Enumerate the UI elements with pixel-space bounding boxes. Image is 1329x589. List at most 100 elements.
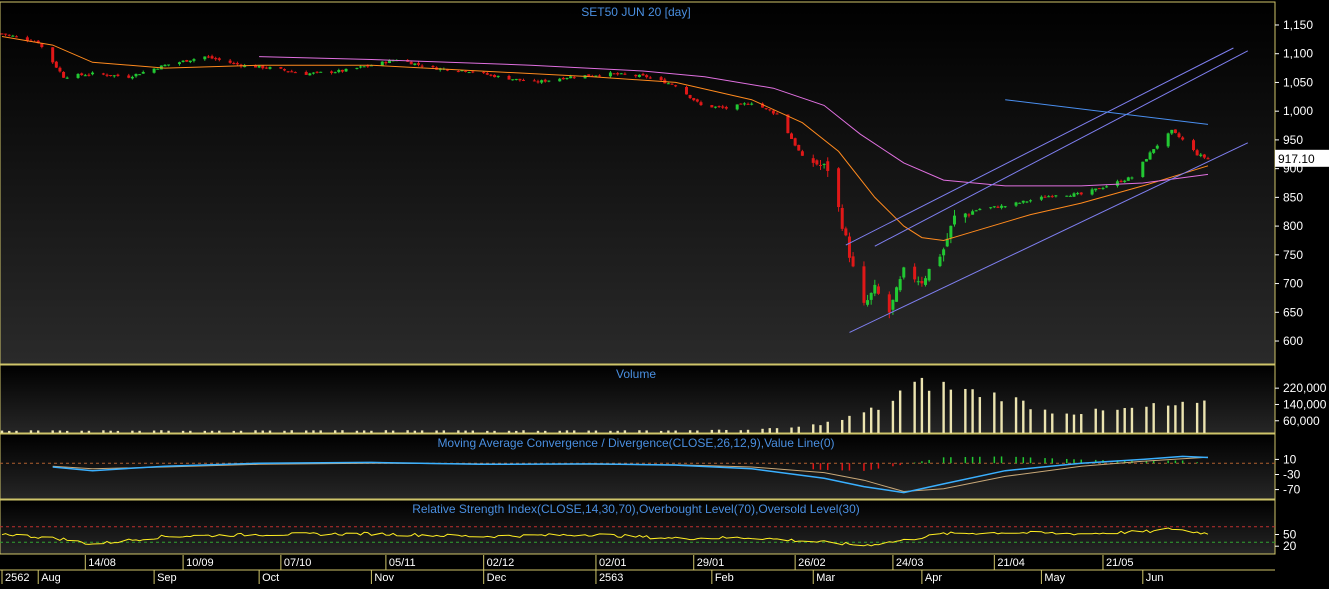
candle-body	[319, 71, 323, 73]
volume-bar	[1029, 409, 1032, 433]
candle-body	[536, 81, 540, 83]
volume-bar	[544, 430, 547, 433]
candle-body	[1170, 129, 1174, 134]
volume-bar	[8, 430, 11, 433]
candle-body	[670, 83, 674, 85]
volume-bar	[333, 430, 337, 433]
volume-bar	[812, 424, 815, 433]
candle-body	[141, 71, 145, 74]
candle-body	[330, 71, 334, 73]
candle-body	[634, 74, 638, 77]
candle-body	[847, 236, 851, 258]
volume-bar	[319, 430, 322, 433]
volume-bar	[131, 430, 134, 433]
candle-body	[467, 72, 471, 74]
x-month-label: Nov	[374, 572, 394, 584]
candle-body	[771, 110, 775, 114]
volume-bar	[261, 430, 264, 433]
y-tick-label: 1,100	[1283, 47, 1313, 61]
y-tick-label: 600	[1283, 334, 1303, 348]
volume-bar	[877, 409, 880, 433]
candle-body	[1166, 133, 1170, 147]
stock-chart[interactable]: SET50 JUN 20 [day] Volume Moving Average…	[0, 0, 1329, 584]
volume-bar	[1043, 409, 1047, 433]
x-month-label: May	[1044, 572, 1065, 584]
volume-title: Volume	[616, 367, 656, 381]
candle-body	[721, 106, 725, 108]
candle-body	[514, 78, 518, 80]
volume-bar	[717, 429, 721, 433]
volume-bar	[355, 430, 359, 433]
volume-bar	[522, 430, 525, 433]
candle-body	[264, 67, 268, 69]
volume-bar	[1072, 414, 1076, 433]
candle-body	[822, 163, 826, 165]
y-tick-label: 140,000	[1283, 397, 1327, 411]
volume-bar	[420, 430, 424, 433]
candle-body	[268, 67, 272, 69]
candle-body	[1072, 193, 1076, 197]
candle-body	[724, 107, 728, 109]
volume-bar	[1123, 408, 1126, 433]
y-tick-label: 650	[1283, 305, 1303, 319]
candle-body	[507, 75, 511, 80]
y-tick-label: 850	[1283, 190, 1303, 204]
candle-body	[1195, 150, 1199, 156]
candle-body	[65, 77, 69, 79]
volume-bar	[587, 430, 590, 433]
candle-body	[612, 73, 616, 75]
candle-body	[949, 225, 953, 238]
candle-body	[293, 72, 297, 74]
x-month-label: Jun	[1146, 572, 1164, 584]
candle-body	[290, 71, 294, 73]
candle-body	[25, 37, 29, 41]
candle-body	[1130, 177, 1134, 179]
candle-body	[185, 60, 189, 62]
candle-body	[1018, 202, 1022, 204]
candle-body	[1065, 195, 1069, 197]
volume-bar	[218, 430, 221, 433]
volume-bar	[203, 430, 207, 433]
candle-body	[1068, 195, 1072, 197]
volume-bar	[362, 430, 366, 433]
y-tick-label: 50	[1283, 528, 1297, 542]
candle-body	[1123, 180, 1127, 182]
candle-body	[692, 98, 696, 101]
volume-bar	[435, 430, 438, 433]
price-panel[interactable]	[0, 1, 1276, 365]
volume-bar	[616, 430, 619, 433]
candle-body	[311, 72, 315, 74]
candle-body	[4, 33, 8, 35]
candle-body	[916, 281, 920, 283]
candle-body	[355, 67, 359, 69]
x-day-label: 21/04	[997, 557, 1025, 569]
rsi-title: Relative Strength Index(CLOSE,14,30,70),…	[412, 502, 860, 516]
candle-body	[344, 68, 348, 72]
x-day-label: 29/01	[697, 557, 725, 569]
volume-bar	[790, 427, 793, 433]
volume-bar	[1181, 401, 1184, 433]
y-tick-label: 60,000	[1283, 414, 1320, 428]
candle-body	[952, 215, 956, 225]
x-month-label: Feb	[715, 572, 734, 584]
volume-bar	[797, 426, 800, 433]
y-tick-label: 800	[1283, 219, 1303, 233]
candle-body	[58, 67, 62, 72]
volume-bar	[638, 430, 641, 433]
candle-body	[109, 75, 113, 77]
chart-svg: SET50 JUN 20 [day] Volume Moving Average…	[0, 0, 1329, 584]
candle-body	[105, 74, 109, 76]
candle-body	[547, 80, 551, 82]
x-month-label: 2563	[599, 572, 623, 584]
y-tick-label: 1,050	[1283, 75, 1313, 89]
candle-body	[800, 151, 804, 156]
candle-body	[1152, 149, 1156, 153]
candle-body	[768, 109, 772, 111]
candle-body	[742, 103, 746, 105]
candle-body	[739, 103, 743, 105]
candle-body	[1014, 202, 1018, 206]
candle-body	[101, 73, 105, 75]
candle-body	[496, 75, 500, 77]
volume-bar	[80, 430, 83, 433]
x-month-label: Dec	[487, 572, 507, 584]
